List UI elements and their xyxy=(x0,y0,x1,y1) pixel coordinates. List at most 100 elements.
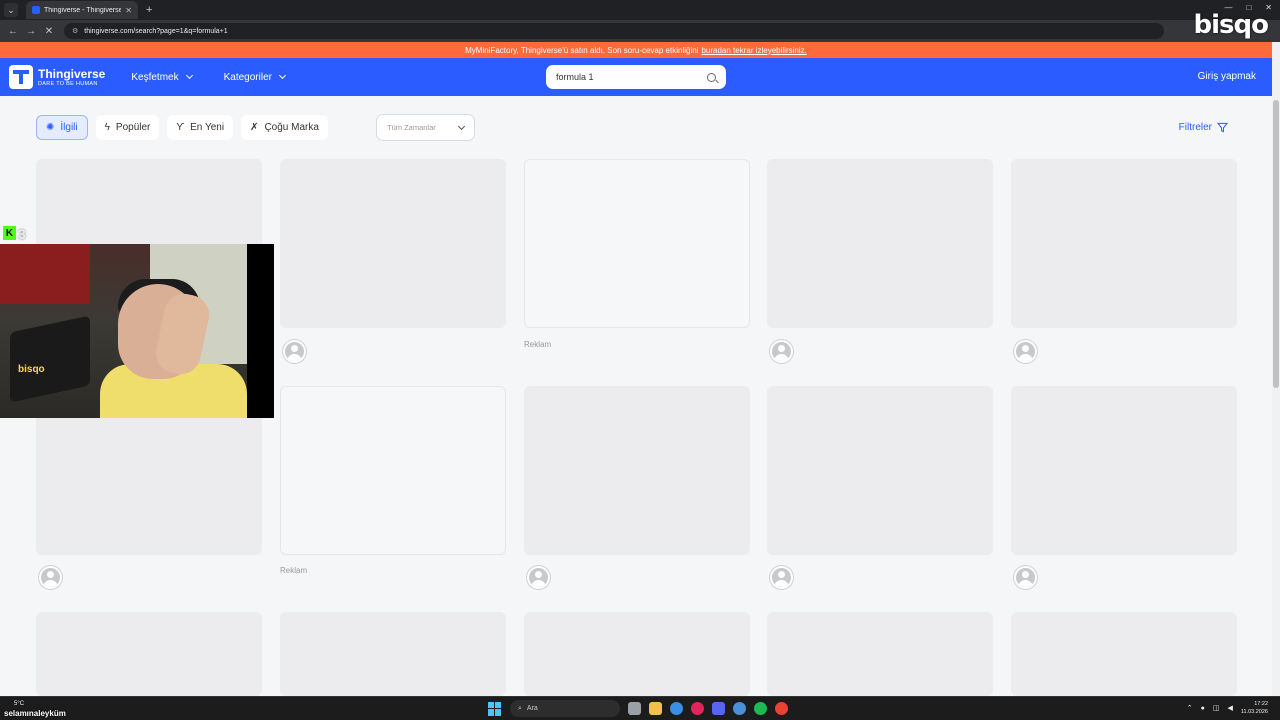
search-icon[interactable] xyxy=(707,72,716,82)
opera-icon[interactable] xyxy=(691,702,704,715)
ad-label: Reklam xyxy=(280,566,308,575)
thing-card-placeholder[interactable] xyxy=(767,159,993,328)
sort-relevant-chip[interactable]: ✺ İlgili xyxy=(36,115,88,140)
filters-button[interactable]: Filtreler xyxy=(1179,122,1228,133)
chevron-down-icon xyxy=(278,71,287,80)
ad-label: Reklam xyxy=(524,340,552,349)
user-avatar-icon[interactable] xyxy=(1014,340,1037,363)
time-range-select[interactable]: Tüm Zamanlar xyxy=(376,114,475,141)
announcement-bar: MyMiniFactory, Thingiverse'ü satın aldı.… xyxy=(0,42,1272,58)
logo-name: Thingiverse xyxy=(38,66,106,81)
nav-categories[interactable]: Kategoriler xyxy=(223,71,287,83)
chip-label: En Yeni xyxy=(190,122,225,133)
thing-card-placeholder[interactable] xyxy=(280,159,506,328)
sort-most-makes-chip[interactable]: ✗ Çoğu Marka xyxy=(241,115,328,140)
thing-card-placeholder[interactable] xyxy=(524,612,750,696)
thing-card-placeholder[interactable] xyxy=(1011,386,1237,555)
stream-chat-overlay: selamınaleyküm xyxy=(4,709,66,718)
kick-logo-icon: K xyxy=(3,226,16,240)
thing-card-placeholder[interactable] xyxy=(524,386,750,555)
browser-icon[interactable] xyxy=(733,702,746,715)
discord-icon[interactable] xyxy=(712,702,725,715)
weather-widget[interactable]: 5°C xyxy=(14,701,24,707)
chevron-down-icon xyxy=(185,71,193,80)
close-tab-icon[interactable]: ✕ xyxy=(125,6,132,15)
site-header: Thingiverse DARE TO BE HUMAN Keşfetmek K… xyxy=(0,58,1272,96)
address-bar[interactable]: ⚙ thingiverse.com/search?page=1&q=formul… xyxy=(64,23,1164,39)
ad-slot[interactable] xyxy=(280,386,506,555)
nav-explore-label: Keşfetmek xyxy=(131,71,179,83)
scrollbar-thumb[interactable] xyxy=(1273,100,1279,388)
taskbar-search-placeholder: Ara xyxy=(526,705,538,712)
time-range-value: Tüm Zamanlar xyxy=(387,123,436,132)
sprout-icon: ϒ xyxy=(176,122,185,133)
page-scrollbar[interactable] xyxy=(1272,42,1280,696)
user-avatar-icon[interactable] xyxy=(770,566,793,589)
volume-icon[interactable]: ◀ xyxy=(1227,704,1232,712)
user-avatar-icon[interactable] xyxy=(1014,566,1037,589)
sort-popular-chip[interactable]: ϟ Popüler xyxy=(95,115,160,140)
logo-tagline: DARE TO BE HUMAN xyxy=(38,80,98,87)
kick-badge: K 3 xyxy=(3,226,26,242)
taskbar-apps: ⌕ Ara xyxy=(488,700,788,717)
webcam-overlay: bisqo xyxy=(0,244,274,418)
chrome-icon[interactable] xyxy=(670,702,683,715)
clock-date: 11.03.2026 xyxy=(1240,709,1268,715)
cam-chair-logo: bisqo xyxy=(18,364,45,375)
stream-overlay-logo: bisqo xyxy=(1193,10,1269,40)
file-explorer-icon[interactable] xyxy=(649,702,662,715)
thing-card-placeholder[interactable] xyxy=(767,612,993,696)
forward-icon[interactable]: → xyxy=(26,26,36,37)
back-icon[interactable]: ← xyxy=(8,26,18,37)
kick-badge-number: 3 xyxy=(18,226,26,242)
thingiverse-logo[interactable]: Thingiverse DARE TO BE HUMAN xyxy=(9,65,105,89)
webcam-image: bisqo xyxy=(0,244,247,418)
user-avatar-icon[interactable] xyxy=(527,566,550,589)
clock[interactable]: 17:22 11.03.2026 xyxy=(1241,700,1268,716)
thing-card-placeholder[interactable] xyxy=(280,612,506,696)
task-view-icon[interactable] xyxy=(628,702,641,715)
ad-slot[interactable] xyxy=(524,159,750,328)
announcement-text: MyMiniFactory, Thingiverse'ü satın aldı.… xyxy=(465,45,699,55)
tab-search-icon[interactable]: ⌄ xyxy=(4,3,18,17)
tab-title: Thingiverse - Thingiverse'de A... xyxy=(44,6,122,14)
nav-explore[interactable]: Keşfetmek xyxy=(131,71,193,83)
clock-time: 17:22 xyxy=(1254,701,1268,707)
user-avatar-icon[interactable] xyxy=(39,566,62,589)
browser-tab[interactable]: Thingiverse - Thingiverse'de A... ✕ xyxy=(26,1,138,19)
thing-card-placeholder[interactable] xyxy=(36,612,262,696)
start-icon[interactable] xyxy=(488,701,502,716)
chevron-up-icon[interactable]: ⌃ xyxy=(1187,704,1193,712)
chip-label: İlgili xyxy=(60,122,78,133)
nav-categories-label: Kategoriler xyxy=(223,71,272,83)
microphone-icon[interactable]: ● xyxy=(1201,705,1205,712)
thingiverse-favicon-icon xyxy=(32,6,40,14)
thing-card-placeholder[interactable] xyxy=(1011,159,1237,328)
flame-icon: ϟ xyxy=(104,122,110,133)
app-icon[interactable] xyxy=(775,702,788,715)
thing-card-placeholder[interactable] xyxy=(1011,612,1237,696)
user-avatar-icon[interactable] xyxy=(283,340,306,363)
announcement-link[interactable]: buradan tekrar izleyebilirsiniz. xyxy=(701,46,806,55)
funnel-icon xyxy=(1217,122,1228,133)
sparkle-icon: ✺ xyxy=(46,122,55,133)
stop-loading-icon[interactable]: ✕ xyxy=(44,26,54,37)
login-link[interactable]: Giriş yapmak xyxy=(1198,71,1256,82)
network-icon[interactable]: ◫ xyxy=(1213,704,1220,712)
chip-label: Popüler xyxy=(115,122,151,133)
search-value: formula 1 xyxy=(556,72,594,82)
tools-icon: ✗ xyxy=(250,122,259,133)
chip-label: Çoğu Marka xyxy=(264,122,319,133)
url-text: thingiverse.com/search?page=1&q=formula+… xyxy=(84,27,228,35)
spotify-icon[interactable] xyxy=(754,702,767,715)
new-tab-icon[interactable]: + xyxy=(146,4,152,16)
search-input[interactable]: formula 1 xyxy=(546,65,726,89)
site-info-icon[interactable]: ⚙ xyxy=(72,27,78,35)
windows-taskbar: 5°C selamınaleyküm ⌕ Ara ⌃ ● ◫ ◀ 17:22 1… xyxy=(0,696,1280,720)
user-avatar-icon[interactable] xyxy=(770,340,793,363)
filters-label: Filtreler xyxy=(1178,122,1212,133)
browser-tab-bar: ⌄ Thingiverse - Thingiverse'de A... ✕ + … xyxy=(0,0,1280,20)
thing-card-placeholder[interactable] xyxy=(767,386,993,555)
sort-newest-chip[interactable]: ϒ En Yeni xyxy=(167,115,234,140)
taskbar-search[interactable]: ⌕ Ara xyxy=(510,700,620,717)
